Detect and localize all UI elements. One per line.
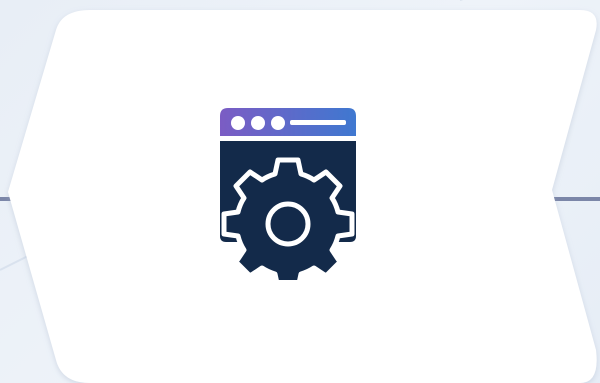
page-background: [0, 0, 600, 383]
browser-settings-icon: [210, 108, 366, 280]
gear-icon: [221, 157, 355, 280]
